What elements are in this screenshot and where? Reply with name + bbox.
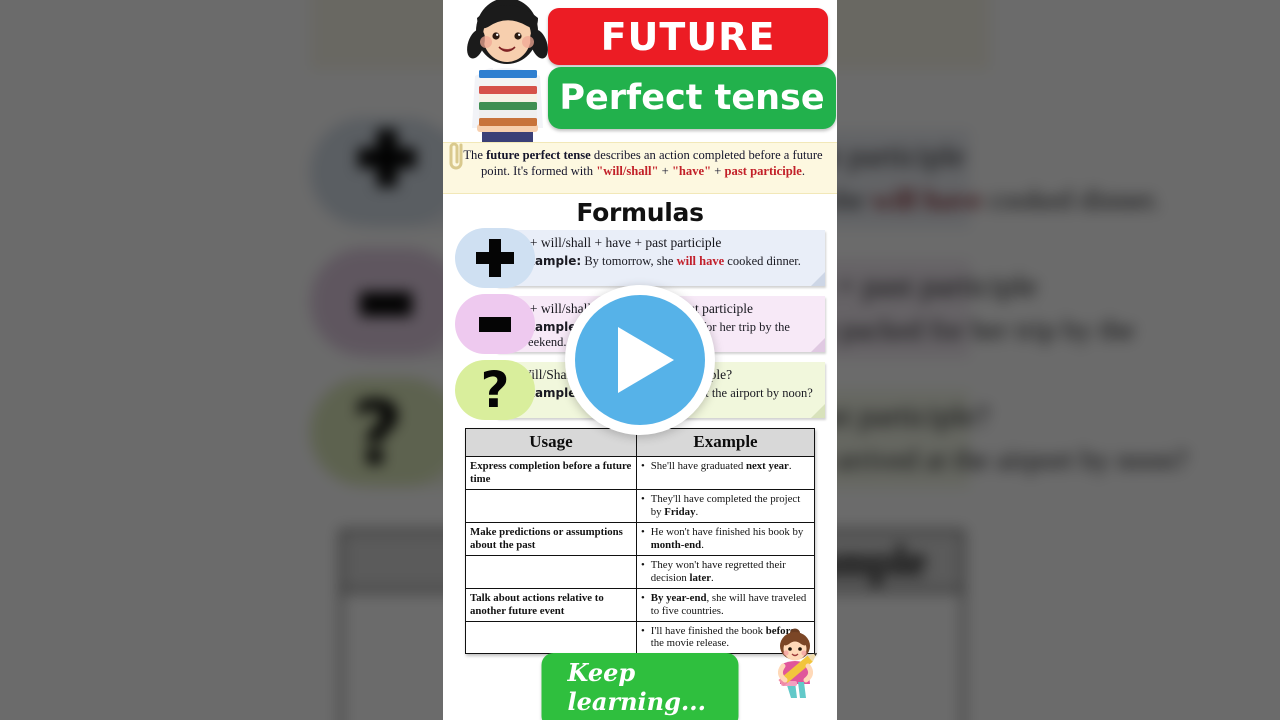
usage-example-table: Usage Example Express completion before …: [465, 428, 815, 655]
table-cell-usage: [465, 620, 637, 655]
intro-plus1: +: [658, 164, 672, 179]
example-text: By year-end, she will have traveled to f…: [651, 592, 810, 618]
bullet-icon: •: [641, 558, 645, 571]
usage-table-wrapper: Usage Example Express completion before …: [465, 428, 815, 655]
example-text: They'll have completed the project by Fr…: [651, 493, 810, 519]
girl-with-pencil-illustration: [777, 628, 818, 698]
formula-positive-example: Example: By tomorrow, she will have cook…: [519, 254, 819, 269]
intro-period: .: [801, 164, 805, 179]
table-header-example: Example: [636, 428, 815, 457]
badge-perfect-tense: Perfect tense: [548, 67, 836, 129]
example-post: the movie release.: [650, 637, 730, 650]
table-cell-example: • He won't have finished his book by mon…: [636, 521, 815, 556]
example-text: He won't have finished his book by month…: [651, 526, 810, 552]
table-cell-usage: [465, 488, 637, 523]
bullet-icon: •: [641, 624, 645, 637]
example-bold: By year-end: [650, 591, 707, 604]
formula-row-positive: S + will/shall + have + past participle …: [455, 228, 825, 288]
table-cell-example: • They'll have completed the project by …: [636, 488, 815, 523]
table-row: • They'll have completed the project by …: [465, 488, 815, 523]
hero-header: FUTURE Perfect tense: [443, 0, 837, 144]
example-post: .: [788, 460, 792, 472]
table-row: Make predictions or assumptions about th…: [465, 521, 815, 556]
formula-pill-question: ?: [455, 360, 535, 420]
intro-past-participle: past participle: [724, 164, 802, 179]
table-row: • I'll have finished the book before the…: [465, 620, 815, 655]
example-pre-positive: By tomorrow, she: [581, 253, 677, 268]
table-row: • They won't have regretted their decisi…: [465, 554, 815, 589]
example-bold: Friday: [664, 505, 696, 518]
example-post: .: [701, 538, 704, 551]
play-button-circle[interactable]: [575, 295, 705, 425]
bullet-icon: •: [641, 460, 645, 472]
paperclip-icon: [449, 142, 463, 170]
table-cell-example: • By year-end, she will have traveled to…: [636, 587, 815, 622]
example-pre: He won't have finished his book by: [650, 525, 804, 538]
keep-learning-banner: Keep learning...: [541, 653, 739, 720]
table-cell-usage: Talk about actions relative to another f…: [465, 587, 637, 622]
table-row: Talk about actions relative to another f…: [465, 587, 815, 622]
intro-paragraph: The future perfect tense describes an ac…: [443, 142, 837, 194]
play-button[interactable]: [565, 285, 715, 435]
intro-text-c: describes an action completed: [590, 148, 746, 162]
intro-plus2: +: [714, 164, 725, 179]
example-pre: They won't have regretted their decision: [650, 558, 786, 584]
example-bold: month-end: [650, 538, 702, 551]
formula-pill-negative: [455, 294, 535, 354]
table-cell-usage: Make predictions or assumptions about th…: [465, 521, 637, 556]
example-pre: I'll have finished the book: [650, 624, 766, 637]
badge-future-label: FUTURE: [600, 14, 776, 59]
minus-icon: [479, 316, 511, 332]
intro-have: "have": [671, 164, 712, 179]
play-icon[interactable]: [618, 327, 674, 393]
formula-pill-positive: [455, 228, 535, 288]
table-cell-example: • They won't have regretted their decisi…: [636, 554, 815, 589]
bullet-icon: •: [641, 525, 645, 538]
table-cell-example: • She'll have graduated next year.: [636, 456, 815, 490]
keep-learning-label: Keep learning...: [567, 658, 706, 716]
example-highlight-positive: will have: [676, 253, 725, 268]
example-post-positive: cooked dinner.: [724, 253, 801, 268]
bullet-icon: •: [641, 492, 645, 505]
table-cell-usage: Express completion before a future time: [465, 456, 637, 490]
formula-positive-text: S + will/shall + have + past participle: [519, 235, 722, 250]
example-bold: later: [689, 571, 712, 584]
badge-perfect-label: Perfect tense: [559, 77, 825, 118]
bullet-icon: •: [641, 591, 645, 604]
table-row: Express completion before a future time …: [465, 456, 815, 490]
table-header-usage: Usage: [465, 428, 637, 457]
example-post: .: [711, 571, 714, 584]
formula-body-positive: S + will/shall + have + past participle …: [497, 230, 825, 286]
example-bold: next year: [745, 460, 789, 472]
example-post: .: [695, 505, 699, 518]
girl-with-books-illustration: [467, 0, 548, 144]
table-cell-usage: [465, 554, 637, 589]
example-text: They won't have regretted their decision…: [651, 559, 810, 585]
badge-future: FUTURE: [548, 8, 828, 65]
example-text: She'll have graduated next year.: [651, 460, 792, 473]
formulas-heading: Formulas: [576, 198, 704, 227]
video-player-frame: ? S + will/shall + have + past participl…: [0, 0, 1280, 720]
intro-term: future perfect tense: [486, 148, 591, 162]
example-pre: She'll have graduated: [650, 460, 746, 472]
question-mark-icon: ?: [480, 360, 510, 419]
intro-willshall: "will/shall": [596, 164, 659, 179]
plus-icon: [476, 239, 514, 277]
